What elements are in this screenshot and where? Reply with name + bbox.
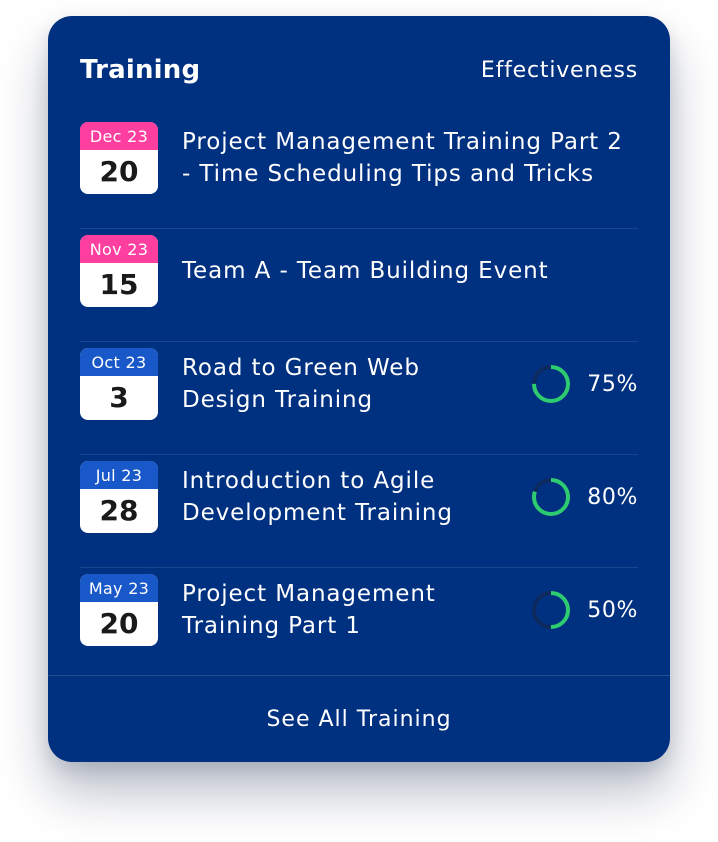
date-month: Jul 23 (80, 461, 158, 489)
date-month: Dec 23 (80, 122, 158, 150)
training-list: Dec 23 20 Project Management Training Part… (80, 116, 638, 680)
training-name: Team A - Team Building Event (182, 258, 549, 284)
training-name: Project Management Training Part 1 (182, 581, 436, 639)
effectiveness-percent: 80% (587, 484, 638, 510)
effectiveness-percent: 75% (587, 371, 638, 397)
date-month: May 23 (80, 574, 158, 602)
card-header: Training Effectiveness (80, 52, 638, 88)
training-name: Introduction to Agile Development Traini… (182, 468, 453, 526)
progress-ring-icon (532, 365, 571, 403)
training-name: Road to Green Web Design Training (182, 355, 420, 413)
calendar-date-badge: Oct 23 3 (80, 348, 158, 420)
progress-ring-icon (532, 591, 571, 629)
effectiveness-column-label: Effectiveness (480, 57, 638, 83)
see-all-training-link[interactable]: See All Training (266, 707, 451, 732)
date-day: 15 (99, 268, 139, 301)
training-row[interactable]: Oct 23 3 Road to Green Web Design Training… (80, 342, 638, 455)
date-month: Oct 23 (80, 348, 158, 376)
calendar-date-badge: Nov 23 15 (80, 235, 158, 307)
date-day: 3 (109, 381, 129, 414)
calendar-date-badge: Jul 23 28 (80, 461, 158, 533)
training-row[interactable]: Dec 23 20 Project Management Training Part… (80, 116, 638, 229)
calendar-date-badge: Dec 23 20 (80, 122, 158, 194)
date-month: Nov 23 (80, 235, 158, 263)
card-footer: See All Training (48, 675, 670, 762)
effectiveness-percent: 50% (587, 597, 638, 623)
date-day: 20 (99, 155, 139, 188)
calendar-date-badge: May 23 20 (80, 574, 158, 646)
date-day: 20 (99, 607, 139, 640)
training-row[interactable]: Jul 23 28 Introduction to Agile Developmen… (80, 455, 638, 568)
effectiveness-indicator: 75% (531, 348, 638, 420)
training-card: Training Effectiveness Dec 23 20 Project M… (48, 16, 670, 762)
training-row[interactable]: Nov 23 15 Team A - Team Building Event (80, 229, 638, 342)
card-title: Training (80, 55, 201, 85)
training-name: Project Management Training Part 2 - Tim… (182, 129, 623, 187)
effectiveness-indicator: 50% (531, 574, 638, 646)
progress-ring-icon (532, 478, 571, 516)
effectiveness-indicator: 80% (531, 461, 638, 533)
training-row[interactable]: May 23 20 Project Management Training Part… (80, 568, 638, 680)
date-day: 28 (99, 494, 139, 527)
